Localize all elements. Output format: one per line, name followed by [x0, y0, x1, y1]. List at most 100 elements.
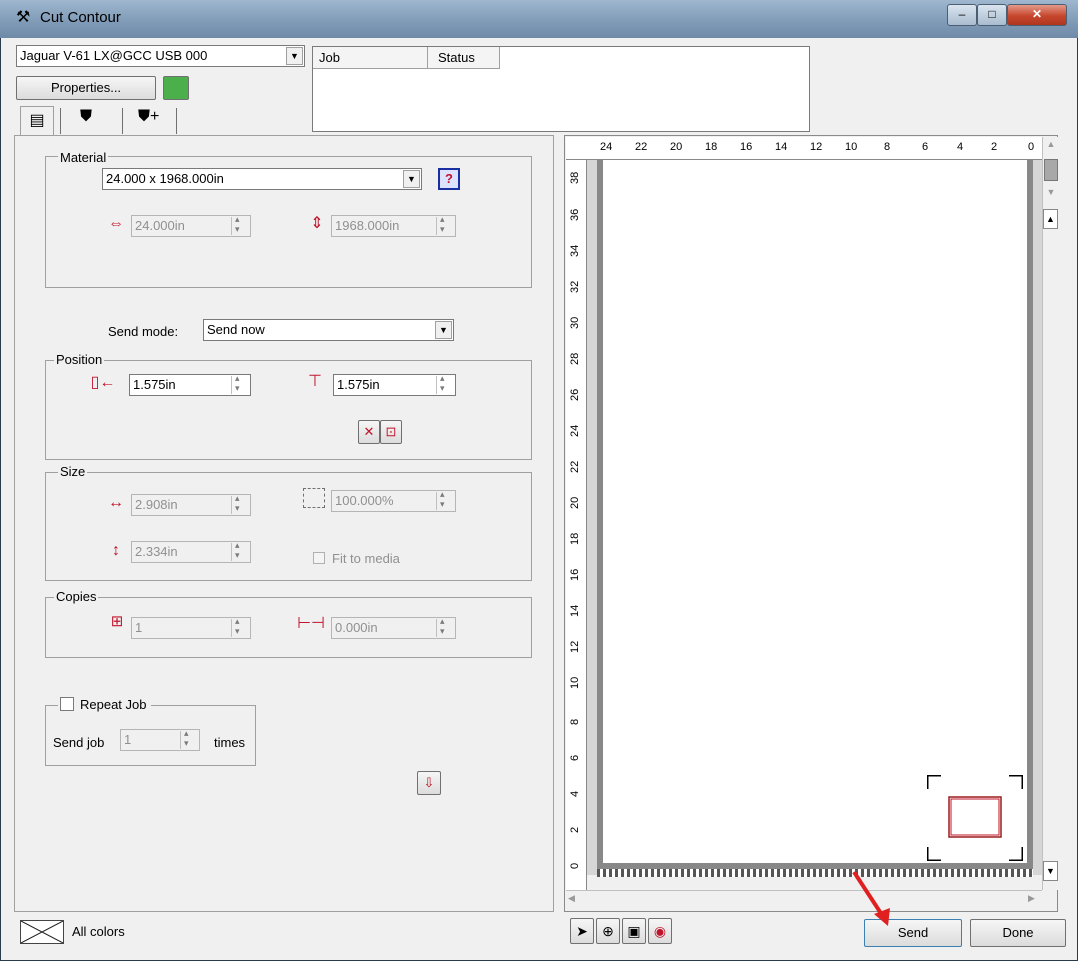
zoom-object-icon[interactable]: ◉ [648, 918, 672, 944]
ruler-label: 16 [740, 141, 753, 153]
send-options-button[interactable]: ⇩ [417, 771, 441, 795]
ruler-label: 8 [569, 718, 581, 725]
position-y-stepper[interactable]: 1.575in [333, 373, 456, 396]
tab-divider [176, 108, 177, 134]
connection-status-icon[interactable] [163, 76, 189, 100]
repeat-job-checkbox[interactable] [60, 697, 74, 711]
tab-divider [122, 108, 123, 134]
close-button[interactable]: ✕ [1007, 4, 1067, 26]
scroll-left-icon[interactable]: ◀ [568, 893, 575, 904]
material-size-select[interactable]: 24.000 x 1968.000in ▼ [102, 168, 422, 190]
ruler-label: 24 [569, 424, 581, 437]
ruler-label: 10 [569, 676, 581, 689]
scroll-up-button[interactable]: ▲ [1043, 209, 1058, 229]
chevron-down-icon[interactable]: ▼ [286, 47, 303, 65]
scale-value: 100.000% [335, 493, 394, 508]
ruler-label: 6 [922, 141, 929, 153]
color-filter-label: All colors [72, 924, 125, 939]
position-x-stepper[interactable]: 1.575in [129, 373, 251, 396]
position-label: Position [54, 352, 105, 367]
contour-object[interactable] [925, 773, 1025, 863]
position-x-value: 1.575in [133, 377, 176, 392]
vertical-scrollbar[interactable]: ▲ ▼ ▲ ▼ [1042, 137, 1060, 890]
size-width-value: 2.908in [135, 497, 178, 512]
window-title: Cut Contour [40, 9, 121, 26]
ruler-label: 8 [884, 141, 891, 153]
top-ruler: 24 22 20 18 16 14 12 10 8 6 4 2 0 [566, 137, 1042, 160]
job-column-header[interactable]: Job [313, 47, 428, 69]
material-width-value: 24.000in [135, 218, 185, 233]
ruler-label: 36 [569, 208, 581, 221]
envelope-icon[interactable] [20, 920, 64, 944]
copy-spacing-icon: ⊢⊣ [297, 615, 325, 632]
media-help-icon[interactable]: ? [438, 168, 460, 190]
ruler-label: 24 [600, 141, 613, 153]
ruler-label: 30 [569, 316, 581, 329]
send-job-label: Send job [53, 735, 105, 750]
fit-to-media-label: Fit to media [332, 551, 400, 566]
media-area[interactable] [597, 160, 1033, 869]
width-arrows-icon: ⇔ [108, 215, 124, 232]
device-select[interactable]: Jaguar V-61 LX@GCC USB 000 ▼ [16, 45, 305, 67]
ruler-label: 14 [775, 141, 788, 153]
scale-stepper: 100.000% [331, 489, 456, 512]
maximize-button[interactable]: □ [977, 4, 1007, 26]
ruler-label: 2 [991, 141, 998, 153]
ruler-label: 26 [569, 388, 581, 401]
cut-tab-icon[interactable]: ⛊ [80, 108, 92, 126]
ruler-label: 20 [670, 141, 683, 153]
horizontal-scrollbar[interactable]: ◀ ▶ [566, 890, 1042, 908]
ruler-label: 18 [569, 532, 581, 545]
title-bar[interactable]: ⚒ Cut Contour – □ ✕ [0, 0, 1078, 38]
send-mode-value: Send now [207, 322, 265, 337]
ruler-label: 16 [569, 568, 581, 581]
scroll-down-button[interactable]: ▼ [1043, 861, 1058, 881]
material-height-value: 1968.000in [335, 218, 400, 233]
zoom-in-icon[interactable]: ⊕ [596, 918, 620, 944]
material-label: Material [58, 150, 109, 165]
scroll-right-icon[interactable]: ▶ [1028, 893, 1035, 904]
size-width-stepper: 2.908in [131, 493, 251, 516]
ruler-label: 6 [569, 754, 581, 761]
scroll-up-icon[interactable]: ▲ [1044, 139, 1058, 153]
repeat-job-label: Repeat Job [80, 697, 147, 712]
size-height-stepper: 2.334in [131, 540, 251, 563]
material-tab-icon[interactable]: ▤ [20, 106, 54, 136]
ruler-label: 28 [569, 352, 581, 365]
scale-icon [303, 488, 325, 508]
ruler-label: 0 [569, 862, 581, 869]
scroll-down-icon[interactable]: ▼ [1044, 187, 1058, 201]
media-edge [597, 869, 1033, 877]
fit-page-icon[interactable]: ▣ [622, 918, 646, 944]
minimize-button[interactable]: – [947, 4, 977, 26]
chevron-down-icon[interactable]: ▼ [403, 170, 420, 188]
chevron-down-icon[interactable]: ▼ [435, 321, 452, 339]
select-arrow-icon[interactable]: ➤ [570, 918, 594, 944]
ruler-label: 32 [569, 280, 581, 293]
left-ruler: 38 36 34 32 30 28 26 24 22 20 18 16 14 1… [566, 160, 587, 890]
ruler-label: 22 [635, 141, 648, 153]
scroll-thumb[interactable] [1044, 159, 1058, 181]
cut-contour-app-icon: ⚒ [16, 9, 31, 26]
ruler-label: 34 [569, 244, 581, 257]
ruler-label: 12 [569, 640, 581, 653]
copy-spacing-stepper: 0.000in [331, 616, 456, 639]
position-y-icon: ⊤ [308, 373, 322, 390]
cut-plus-tab-icon[interactable]: ⛊+ [138, 108, 159, 126]
times-label: times [214, 735, 246, 750]
copies-stepper: 1 [131, 616, 251, 639]
ruler-label: 10 [845, 141, 858, 153]
status-column-header[interactable]: Status [428, 47, 500, 69]
repeat-job-header: Repeat Job [58, 697, 151, 712]
set-origin-button[interactable]: ⊡ [380, 420, 402, 444]
ruler-label: 0 [1028, 141, 1035, 153]
repeat-count-stepper: 1 [120, 728, 200, 751]
job-table: Job Status [312, 46, 810, 132]
size-group [45, 472, 532, 581]
device-select-value: Jaguar V-61 LX@GCC USB 000 [20, 48, 208, 63]
properties-button[interactable]: Properties... [16, 76, 156, 100]
copies-value: 1 [135, 620, 143, 635]
send-mode-select[interactable]: Send now ▼ [203, 319, 454, 341]
reset-position-button[interactable]: ✕ [358, 420, 380, 444]
done-button[interactable]: Done [970, 919, 1066, 947]
